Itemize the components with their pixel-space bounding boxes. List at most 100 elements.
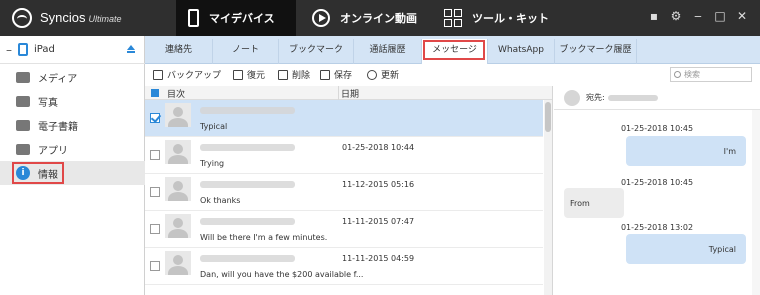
media-icon: [16, 71, 30, 83]
search-placeholder: 検索: [684, 70, 700, 79]
content-tab-bar: 連絡先 ノート ブックマーク 通話履歴 メッセージ WhatsApp ブックマー…: [145, 36, 760, 64]
play-icon: [312, 9, 330, 27]
row-checkbox[interactable]: [150, 113, 160, 123]
collapse-icon[interactable]: –: [6, 43, 16, 57]
conversation-pane: 宛先: 01-25-2018 10:45 I'm 01-25-2018 10:4…: [554, 86, 760, 295]
nav-tab-label: オンライン動画: [340, 12, 417, 25]
device-header[interactable]: – iPad: [0, 36, 145, 64]
restore-label: 復元: [247, 71, 266, 81]
message-date: 11-12-2015 05:16: [342, 180, 415, 189]
tab-label: 通話履歴: [369, 45, 406, 55]
row-checkbox[interactable]: [150, 261, 160, 271]
avatar: [165, 140, 191, 164]
nav-tab-online-video[interactable]: オンライン動画: [300, 0, 430, 36]
close-icon[interactable]: ✕: [734, 8, 750, 24]
message-text: I'm: [723, 146, 736, 156]
tab-bookmark-history[interactable]: ブックマーク履歴: [555, 39, 637, 64]
list-item[interactable]: Will be there I'm a few minutes. 11-11-2…: [145, 211, 543, 248]
sidebar-item-photo[interactable]: 写真: [0, 89, 145, 113]
search-input[interactable]: 検索: [670, 67, 752, 82]
list-item[interactable]: Ok thanks 11-12-2015 05:16: [145, 174, 543, 211]
save-icon: [320, 69, 330, 80]
delete-label: 削除: [292, 71, 311, 81]
ebook-icon: [16, 119, 30, 131]
list-scrollbar-thumb[interactable]: [545, 102, 551, 132]
search-icon: [674, 71, 681, 78]
redacted-contact: [200, 218, 295, 225]
restore-button[interactable]: 復元: [233, 68, 265, 81]
column-header-date[interactable]: 日期: [341, 87, 359, 100]
redacted-recipient: [607, 94, 658, 101]
nav-tab-toolkit[interactable]: ツール・キット: [432, 0, 562, 36]
list-item[interactable]: Typical: [145, 100, 543, 137]
tab-label: 連絡先: [164, 45, 192, 55]
list-item[interactable]: Trying 01-25-2018 10:44: [145, 137, 543, 174]
message-snippet: Ok thanks: [200, 196, 241, 205]
highlight-box: [12, 162, 64, 184]
column-header-contents[interactable]: 目次: [167, 87, 185, 100]
row-checkbox[interactable]: [150, 224, 160, 234]
app-name: Syncios: [40, 10, 86, 25]
sidebar-item-label: アプリ: [38, 145, 68, 157]
nav-tab-label: ツール・キット: [472, 12, 549, 25]
conversation-scrollbar[interactable]: [752, 110, 760, 295]
app-edition: Ultimate: [88, 14, 122, 24]
refresh-button[interactable]: 更新: [367, 68, 399, 81]
message-bubble-outgoing: Typical: [626, 234, 746, 264]
tab-label: ノート: [231, 45, 259, 55]
row-checkbox[interactable]: [150, 150, 160, 160]
sidebar-item-apps[interactable]: アプリ: [0, 137, 145, 161]
backup-label: バックアップ: [167, 71, 222, 81]
redacted-contact: [200, 181, 295, 188]
chat-icon[interactable]: ▪: [646, 8, 662, 24]
sidebar-item-label: 写真: [38, 97, 58, 109]
syncios-logo-icon: [12, 8, 32, 28]
redacted-contact: [200, 144, 295, 151]
row-checkbox[interactable]: [150, 187, 160, 197]
sidebar-item-ebook[interactable]: 電子書籍: [0, 113, 145, 137]
message-date: 11-11-2015 04:59: [342, 254, 415, 263]
avatar: [165, 214, 191, 238]
message-timestamp: 01-25-2018 13:02: [620, 223, 694, 232]
tab-call-history[interactable]: 通話履歴: [354, 39, 422, 64]
tab-bookmarks[interactable]: ブックマーク: [279, 39, 354, 64]
toolbar: バックアップ 復元 削除 保存 更新 検索: [145, 64, 760, 86]
message-timestamp: 01-25-2018 10:45: [620, 178, 694, 187]
avatar: [165, 177, 191, 201]
trash-icon: [278, 69, 288, 80]
delete-button[interactable]: 削除: [278, 68, 310, 81]
avatar: [564, 89, 580, 106]
nav-tab-label: マイデバイス: [209, 12, 275, 25]
maximize-icon[interactable]: □: [712, 8, 728, 24]
select-all-checkbox[interactable]: [151, 89, 159, 97]
message-snippet: Will be there I'm a few minutes.: [200, 233, 328, 242]
tablet-icon: [18, 43, 28, 56]
tab-whatsapp[interactable]: WhatsApp: [488, 39, 555, 64]
message-text: Typical: [708, 244, 736, 254]
sidebar-item-label: メディア: [38, 73, 78, 85]
sidebar-item-media[interactable]: メディア: [0, 65, 145, 89]
eject-icon[interactable]: [127, 45, 135, 53]
settings-icon[interactable]: ⚙: [668, 8, 684, 24]
message-date: 01-25-2018 10:44: [342, 143, 415, 152]
message-bubble-outgoing: I'm: [626, 136, 746, 166]
list-scrollbar[interactable]: [544, 100, 552, 295]
list-item[interactable]: Dan, will you have the $200 available f.…: [145, 248, 543, 285]
message-list: 目次 日期 Typical Trying 01-25-2018 10:44 Ok…: [145, 86, 553, 295]
refresh-label: 更新: [381, 71, 400, 81]
save-button[interactable]: 保存: [320, 68, 352, 81]
title-bar: Syncios Ultimate マイデバイス オンライン動画 ツール・キット ▪…: [0, 0, 760, 36]
avatar: [165, 251, 191, 275]
backup-button[interactable]: バックアップ: [153, 68, 221, 81]
column-divider: [338, 86, 339, 100]
backup-icon: [153, 69, 163, 80]
redacted-contact: [200, 255, 295, 262]
tab-contacts[interactable]: 連絡先: [145, 39, 213, 64]
message-snippet: Typical: [200, 122, 228, 131]
recipient-header: 宛先:: [554, 86, 760, 110]
toolkit-icon: [444, 9, 462, 27]
message-timestamp: 01-25-2018 10:45: [620, 124, 694, 133]
tab-notes[interactable]: ノート: [213, 39, 279, 64]
minimize-icon[interactable]: ‒: [690, 8, 706, 24]
nav-tab-my-device[interactable]: マイデバイス: [176, 0, 296, 36]
